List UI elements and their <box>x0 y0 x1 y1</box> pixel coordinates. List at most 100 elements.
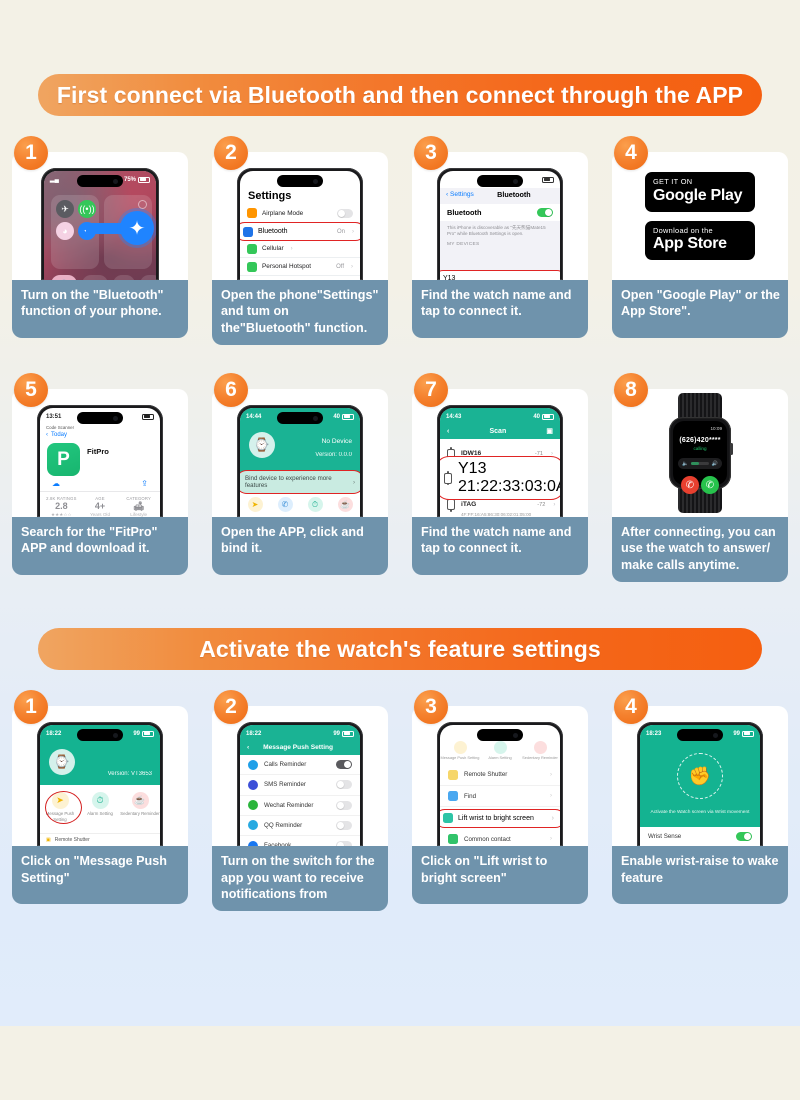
battery-icon <box>542 177 554 183</box>
settings-row-cellular[interactable]: Cellular › <box>240 241 360 259</box>
back-button[interactable]: ‹ <box>247 744 249 751</box>
step-number-badge: 3 <box>414 136 448 170</box>
scan-row-highlighted[interactable]: Y13 21:22:33:03:0A:FE -57 › <box>440 456 560 500</box>
tile-alarm-setting[interactable]: ⏱ <box>300 497 330 517</box>
control-center-screen: ▂▄ 75% ✈ ((•)) ◕ <box>44 171 156 280</box>
tile-sedentary[interactable]: ☕ <box>330 497 360 517</box>
volume-slider[interactable] <box>140 275 156 280</box>
qr-scan-icon[interactable]: ▣ <box>546 427 553 435</box>
wrist-hand-icon: ✊ <box>689 766 711 787</box>
device-name: Y13 <box>458 460 486 477</box>
step-screenshot: ‹ Settings Bluetooth Bluetooth This iPho… <box>412 152 588 280</box>
stat-ratings: 2.8K RATINGS 2.8 ★★★☆☆ <box>42 496 81 517</box>
badge-large-text: Google Play <box>653 187 747 205</box>
phone-mock: 18:22 99 ⌚ Version: VT3653 <box>37 722 163 846</box>
battery-icon <box>142 731 154 737</box>
hotspot-icon <box>247 262 257 272</box>
list-row-find[interactable]: Find › <box>440 786 560 807</box>
list-row-remote-shutter[interactable]: Remote Shutter › <box>440 765 560 786</box>
device-mac: 4F:FF:16:A5:86:30:06:02:01:05:00 <box>461 512 531 517</box>
rotation-lock-icon[interactable]: 🔒 <box>51 275 77 280</box>
tile-message-push[interactable]: ➤ <box>240 497 270 517</box>
wifi-icon[interactable]: ◕ <box>56 222 74 240</box>
accept-call-button[interactable]: ✆ <box>701 476 719 494</box>
message-push-highlight[interactable] <box>45 791 82 824</box>
wrist-sense-row[interactable]: Wrist Sense <box>640 827 760 846</box>
stat-sub: Lifestyle <box>119 512 158 517</box>
cellular-data-icon[interactable]: ((•)) <box>78 200 96 218</box>
battery-level: 99 <box>133 731 140 737</box>
bluetooth-icon <box>243 227 253 237</box>
sms-reminder-icon <box>248 780 258 790</box>
screen-mirroring-icon[interactable]: ❐ <box>82 275 108 280</box>
battery-level: 99 <box>733 731 740 737</box>
google-play-badge[interactable]: GET IT ON Google Play <box>645 172 755 211</box>
sedentary-icon <box>534 741 547 754</box>
step-screenshot: 18:23 99 ✊ Activat <box>612 706 788 846</box>
step-number-badge: 4 <box>614 136 648 170</box>
battery-level: 99 <box>333 731 340 737</box>
remote-shutter-row[interactable]: ▣ Remote Shutter <box>40 833 160 846</box>
bluetooth-toggle[interactable] <box>537 208 553 217</box>
app-store-badge[interactable]: Download on the App Store <box>645 221 755 260</box>
volume-slider[interactable]: 🔈 🔊 <box>678 458 722 469</box>
battery-icon <box>138 177 150 183</box>
wechat-reminder-toggle[interactable] <box>336 801 352 810</box>
tile-call-reminder[interactable]: ✆ <box>270 497 300 517</box>
art-caption: Activate the Watch screen via Wrist move… <box>640 810 760 815</box>
feature-tiles: ➤ ✆ ⏱ ☕ <box>240 492 360 517</box>
push-row-wechat[interactable]: Wechat Reminder <box>240 796 360 816</box>
back-button[interactable]: ‹ <box>447 428 449 435</box>
download-icon[interactable]: ☁ <box>52 479 60 488</box>
facebook-icon <box>248 841 258 847</box>
bind-device-row-highlighted[interactable]: Bind device to experience more features … <box>240 470 360 494</box>
signal-icon: ▂▄ <box>50 176 59 183</box>
list-row-common-contact[interactable]: Common contact › <box>440 829 560 846</box>
facebook-toggle[interactable] <box>336 841 352 846</box>
step-screenshot: Message Push Setting Alarm Setting Seden… <box>412 706 588 846</box>
brightness-slider[interactable] <box>113 275 135 280</box>
push-row-facebook[interactable]: Facebook <box>240 836 360 846</box>
battery-level: 40 <box>333 414 340 420</box>
tab-alarm-setting[interactable]: Alarm Setting <box>480 741 520 760</box>
settings-row-bluetooth-highlighted[interactable]: Bluetooth On › <box>240 222 360 241</box>
push-row-sms[interactable]: SMS Reminder <box>240 775 360 795</box>
settings-row-airplane[interactable]: Airplane Mode <box>240 205 360 223</box>
push-row-qq[interactable]: QQ Reminder <box>240 816 360 836</box>
status-time: 13:51 <box>46 414 61 420</box>
push-row-calls[interactable]: Calls Reminder <box>240 755 360 775</box>
wrist-sense-toggle[interactable] <box>736 832 752 841</box>
nav-title: Scan <box>489 428 506 435</box>
bluetooth-toggle-row[interactable]: Bluetooth <box>440 204 560 221</box>
row-label: Bluetooth <box>258 228 288 235</box>
device-row-highlighted[interactable]: Y13 <box>440 270 560 280</box>
share-icon[interactable]: ⇪ <box>141 479 148 488</box>
step-caption: Turn on the "Bluetooth" function of your… <box>12 280 188 338</box>
chevron-right-icon: › <box>352 229 354 235</box>
step-number-badge: 2 <box>214 690 248 724</box>
step-card-2: 2 Settings Airplane Mode <box>212 152 388 345</box>
step-caption: Open the phone"Settings" and tum on the"… <box>212 280 388 345</box>
step-number-badge: 4 <box>614 690 648 724</box>
phone-mock: ▂▄ 75% ✈ ((•)) ◕ <box>41 168 159 280</box>
row-label: Cellular <box>262 245 284 252</box>
tab-sedentary[interactable]: Sedentary Reminder <box>520 741 560 760</box>
airplane-mode-icon[interactable]: ✈ <box>56 200 74 218</box>
tab-message-push[interactable]: Message Push Setting <box>440 741 480 760</box>
airplane-toggle[interactable] <box>337 209 353 218</box>
battery-icon <box>342 731 354 737</box>
list-row-lift-wrist-highlighted[interactable]: Lift wrist to bright screen › <box>440 809 560 828</box>
step-caption: After connecting, you can use the watch … <box>612 517 788 582</box>
settings-row-hotspot[interactable]: Personal Hotspot Off › <box>240 258 360 276</box>
qq-reminder-toggle[interactable] <box>336 821 352 830</box>
calls-reminder-toggle[interactable] <box>336 760 352 769</box>
status-time: 14:44 <box>246 414 261 420</box>
instruction-page: First connect via Bluetooth and then con… <box>0 74 800 1100</box>
volume-high-icon: 🔊 <box>712 461 718 467</box>
step-card-8: 8 10:09 (626)420**** calling 🔈 <box>612 389 788 582</box>
tile-label: Alarm Setting <box>80 811 120 817</box>
decline-call-button[interactable]: ✆ <box>681 476 699 494</box>
back-button[interactable]: ‹ Settings <box>446 191 474 198</box>
settings-row-vpn[interactable]: VPN Not Connected › <box>240 276 360 280</box>
sms-reminder-toggle[interactable] <box>336 780 352 789</box>
